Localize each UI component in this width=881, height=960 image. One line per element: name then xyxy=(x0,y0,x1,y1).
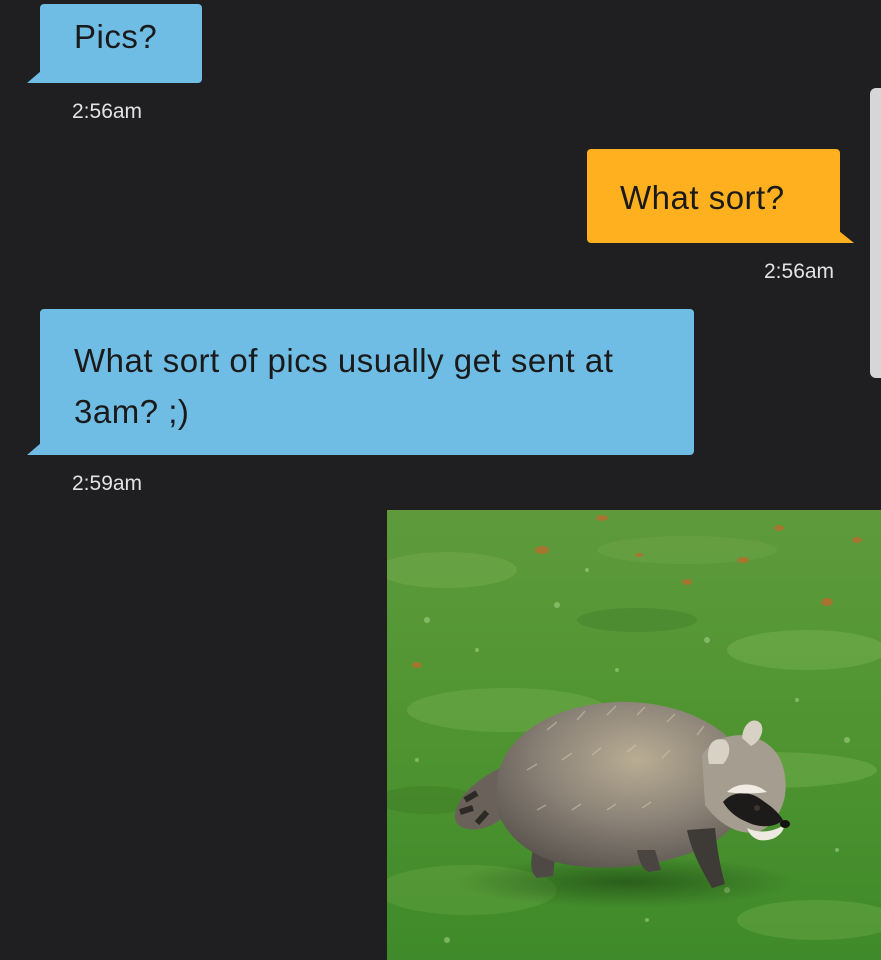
incoming-message-bubble[interactable]: What sort of pics usually get sent at 3a… xyxy=(27,309,694,455)
bubble-tail xyxy=(839,231,854,243)
bubble-tail xyxy=(27,443,41,455)
message-timestamp: 2:59am xyxy=(72,472,143,495)
bubble-tail xyxy=(27,71,41,83)
chat-screen: Pics? 2:56am What sort? 2:56am What sort… xyxy=(0,0,881,960)
message-timestamp: 2:56am xyxy=(764,260,835,283)
message-timestamp: 2:56am xyxy=(72,100,143,123)
incoming-message-bubble[interactable]: Pics? xyxy=(27,4,202,83)
outgoing-message-bubble[interactable]: What sort? xyxy=(587,149,854,243)
message-text: What sort of pics usually get sent at 3a… xyxy=(74,342,614,430)
message-text: Pics? xyxy=(74,18,158,55)
scrollbar-thumb[interactable] xyxy=(870,88,881,378)
message-text: What sort? xyxy=(620,179,785,216)
raccoon-photo-attachment[interactable] xyxy=(387,510,881,960)
raccoon-photo-image xyxy=(387,510,881,960)
